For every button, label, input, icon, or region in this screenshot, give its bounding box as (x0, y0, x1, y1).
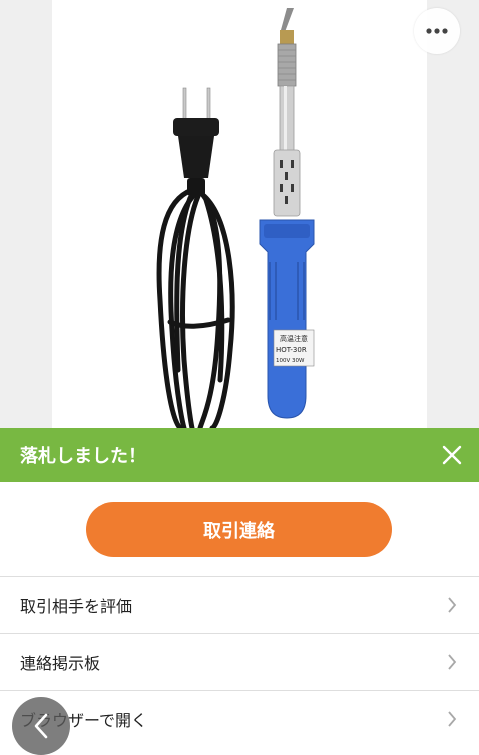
menu-item-rate-partner[interactable]: 取引相手を評価 (0, 576, 479, 633)
close-icon[interactable] (441, 444, 463, 466)
product-image-area[interactable]: 高温注意 HOT-30R 100V 30W (0, 0, 479, 428)
svg-text:100V 30W: 100V 30W (276, 358, 305, 364)
menu-item-open-in-browser[interactable]: ブラウザーで開く (0, 690, 479, 747)
chevron-left-icon (34, 713, 48, 739)
soldering-iron-illustration: 高温注意 HOT-30R 100V 30W (156, 8, 315, 428)
cta-area: 取引連絡 (0, 482, 479, 576)
menu-item-label: 取引相手を評価 (20, 597, 133, 616)
more-options-button[interactable] (414, 8, 460, 54)
product-image: 高温注意 HOT-30R 100V 30W (52, 0, 427, 428)
action-menu: 取引相手を評価 連絡掲示板 ブラウザーで開く (0, 576, 479, 747)
back-button[interactable] (12, 697, 70, 755)
banner-message: 落札しました！ (20, 446, 146, 467)
svg-text:高温注意: 高温注意 (280, 334, 308, 343)
chevron-right-icon (448, 711, 457, 727)
menu-item-message-board[interactable]: 連絡掲示板 (0, 633, 479, 690)
chevron-right-icon (448, 654, 457, 670)
won-bid-banner: 落札しました！ (0, 428, 479, 482)
ellipsis-icon (426, 28, 448, 34)
chevron-right-icon (448, 597, 457, 613)
plug-icon (173, 87, 219, 196)
menu-item-label: 連絡掲示板 (20, 654, 101, 673)
svg-text:HOT-30R: HOT-30R (276, 346, 307, 354)
transaction-contact-button[interactable]: 取引連絡 (86, 502, 392, 557)
